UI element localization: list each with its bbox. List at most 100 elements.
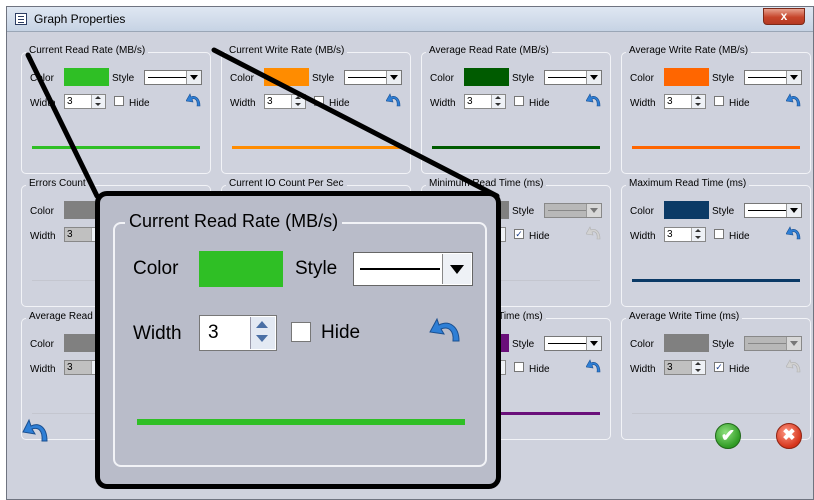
- graph-panel: Maximum Read Time (ms) Color Style Width 3 Hi…: [621, 178, 811, 307]
- style-dropdown[interactable]: [744, 70, 802, 85]
- chevron-down-icon: [386, 71, 401, 84]
- hide-label: Hide: [529, 98, 550, 109]
- width-value: 3: [667, 96, 673, 107]
- color-label: Color: [230, 73, 254, 84]
- chevron-down-icon: [586, 71, 601, 84]
- hide-checkbox[interactable]: [714, 96, 724, 106]
- panel-title: Current Write Rate (MB/s): [226, 45, 348, 56]
- width-stepper[interactable]: 3: [464, 94, 506, 109]
- style-dropdown[interactable]: [744, 203, 802, 218]
- style-label: Style: [712, 339, 735, 350]
- hide-checkbox[interactable]: [314, 96, 324, 106]
- stepper-arrows-icon[interactable]: [91, 95, 105, 108]
- style-label: Style: [512, 206, 535, 217]
- magnified-style-label: Style: [295, 258, 338, 279]
- hide-label: Hide: [729, 231, 750, 242]
- hide-checkbox[interactable]: ✓: [514, 229, 524, 239]
- graph-panel: Average Read Rate (MB/s) Color Style Width 3…: [421, 45, 611, 174]
- reset-undo-icon[interactable]: [585, 226, 602, 242]
- color-swatch[interactable]: [664, 68, 709, 86]
- hide-checkbox[interactable]: ✓: [714, 362, 724, 372]
- cancel-button[interactable]: ✖: [776, 423, 802, 449]
- width-stepper[interactable]: 3: [64, 94, 106, 109]
- chevron-down-icon: [586, 204, 601, 217]
- reset-undo-icon[interactable]: [585, 359, 602, 375]
- graph-panel: Average Write Time (ms) Color Style Width 3 ✓…: [621, 311, 811, 440]
- title-bar[interactable]: Graph Properties x: [7, 7, 813, 32]
- color-swatch[interactable]: [664, 201, 709, 219]
- color-swatch[interactable]: [264, 68, 309, 86]
- style-dropdown[interactable]: [344, 70, 402, 85]
- magnified-line-preview: [137, 419, 465, 425]
- style-dropdown[interactable]: [744, 336, 802, 351]
- magnified-hide-checkbox[interactable]: [291, 322, 311, 342]
- reset-undo-icon[interactable]: [185, 93, 202, 109]
- chevron-down-icon: [442, 254, 471, 284]
- hide-label: Hide: [129, 98, 150, 109]
- reset-undo-icon[interactable]: [785, 226, 802, 242]
- width-label: Width: [30, 364, 56, 375]
- stepper-arrows-icon[interactable]: [691, 95, 705, 108]
- stepper-arrows-icon[interactable]: [250, 317, 275, 349]
- magnified-reset-undo-icon[interactable]: [429, 316, 463, 346]
- reset-undo-icon[interactable]: [785, 93, 802, 109]
- reset-undo-icon[interactable]: [785, 359, 802, 375]
- color-swatch[interactable]: [664, 334, 709, 352]
- stepper-arrows-icon[interactable]: [691, 361, 705, 374]
- chevron-down-icon: [786, 71, 801, 84]
- line-preview: [32, 146, 200, 149]
- style-dropdown[interactable]: [544, 336, 602, 351]
- width-value: 3: [67, 96, 73, 107]
- style-dropdown[interactable]: [544, 203, 602, 218]
- reset-all-undo-icon[interactable]: [22, 418, 50, 446]
- color-label: Color: [630, 73, 654, 84]
- color-label: Color: [430, 73, 454, 84]
- magnified-width-stepper[interactable]: 3: [199, 315, 277, 351]
- width-label: Width: [630, 98, 656, 109]
- width-stepper[interactable]: 3: [664, 227, 706, 242]
- panel-title: Average Read Rate (MB/s): [426, 45, 552, 56]
- reset-undo-icon[interactable]: [585, 93, 602, 109]
- window-title: Graph Properties: [34, 12, 126, 26]
- color-label: Color: [30, 339, 54, 350]
- hide-label: Hide: [729, 98, 750, 109]
- stepper-arrows-icon[interactable]: [291, 95, 305, 108]
- ok-button[interactable]: ✔: [715, 423, 741, 449]
- color-swatch[interactable]: [64, 68, 109, 86]
- panel-title: Average Write Time (ms): [626, 311, 743, 322]
- stepper-arrows-icon[interactable]: [691, 228, 705, 241]
- width-stepper[interactable]: 3: [264, 94, 306, 109]
- width-stepper[interactable]: 3: [664, 360, 706, 375]
- chevron-down-icon: [786, 204, 801, 217]
- panel-title: Maximum Read Time (ms): [626, 178, 750, 189]
- magnified-color-label: Color: [133, 258, 179, 279]
- chevron-down-icon: [186, 71, 201, 84]
- hide-checkbox[interactable]: [114, 96, 124, 106]
- width-label: Width: [230, 98, 256, 109]
- panel-title: Current Read Rate (MB/s): [26, 45, 149, 56]
- hide-checkbox[interactable]: [714, 229, 724, 239]
- magnified-hide-label: Hide: [321, 322, 361, 343]
- reset-undo-icon[interactable]: [385, 93, 402, 109]
- magnified-style-dropdown[interactable]: [353, 252, 473, 286]
- stepper-arrows-icon[interactable]: [491, 95, 505, 108]
- width-value: 3: [67, 362, 73, 373]
- panel-title: Minimum Read Time (ms): [426, 178, 547, 189]
- magnified-color-swatch[interactable]: [199, 251, 283, 287]
- close-button[interactable]: x: [763, 8, 805, 25]
- hide-checkbox[interactable]: [514, 362, 524, 372]
- hide-checkbox[interactable]: [514, 96, 524, 106]
- style-dropdown[interactable]: [544, 70, 602, 85]
- color-label: Color: [630, 206, 654, 217]
- magnified-width-value: 3: [208, 322, 219, 343]
- style-dropdown[interactable]: [144, 70, 202, 85]
- hide-label: Hide: [529, 231, 550, 242]
- width-value: 3: [667, 362, 673, 373]
- width-stepper[interactable]: 3: [664, 94, 706, 109]
- app-chart-icon: [15, 13, 27, 25]
- panel-title: Errors Count: [26, 178, 89, 189]
- line-preview: [632, 279, 800, 282]
- hide-label: Hide: [529, 364, 550, 375]
- color-swatch[interactable]: [464, 68, 509, 86]
- style-label: Style: [312, 73, 335, 84]
